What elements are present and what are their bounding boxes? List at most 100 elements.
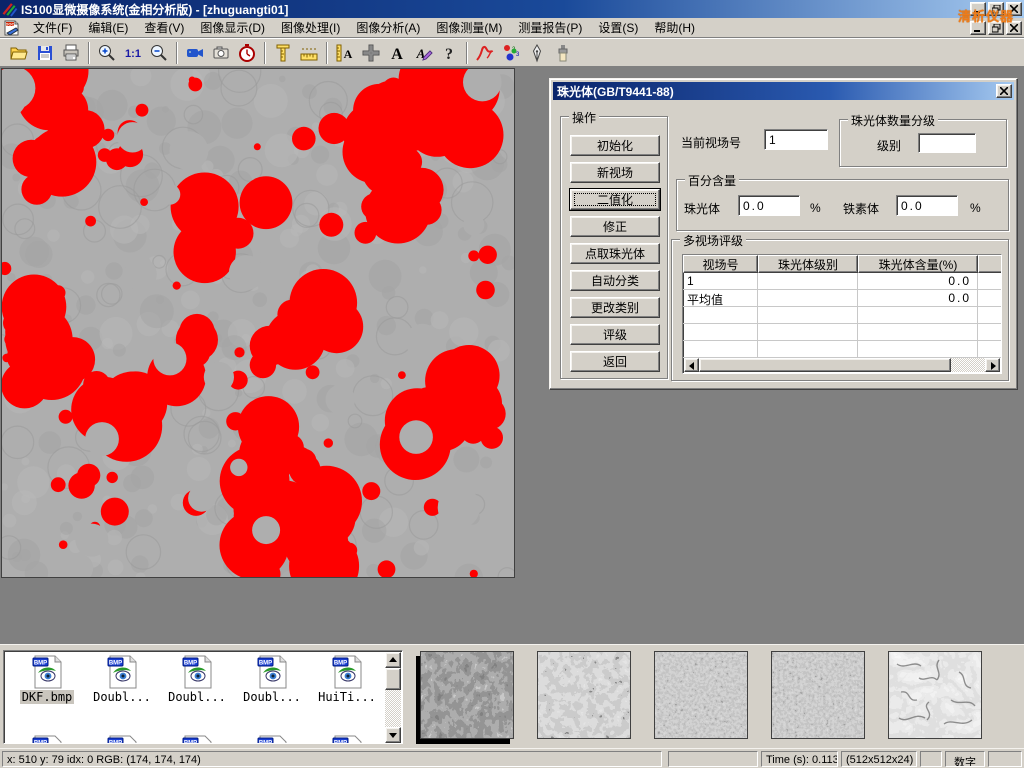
svg-text:BMP: BMP bbox=[109, 741, 122, 745]
mdi-restore-button[interactable] bbox=[988, 21, 1004, 35]
cell-ferrite bbox=[978, 290, 1002, 307]
text-measure-icon[interactable]: A bbox=[332, 41, 358, 65]
hscroll-track[interactable] bbox=[951, 358, 985, 372]
menu-edit[interactable]: 编辑(E) bbox=[80, 17, 136, 38]
table-hscrollbar[interactable] bbox=[684, 358, 1000, 372]
file-browser[interactable]: BMP DKF.bmp BMP Doubl... bbox=[3, 650, 403, 744]
correct-button[interactable]: 修正 bbox=[570, 216, 660, 237]
cell-ferrite bbox=[978, 273, 1002, 290]
thumbnail-2[interactable] bbox=[537, 651, 631, 739]
menu-settings[interactable]: 设置(S) bbox=[590, 17, 646, 38]
file-item[interactable]: BMP DKF.bmp bbox=[10, 655, 84, 704]
menu-image-display[interactable]: 图像显示(D) bbox=[192, 17, 273, 38]
thumbnail-4[interactable] bbox=[771, 651, 865, 739]
file-name[interactable]: Doubl... bbox=[241, 690, 303, 704]
menu-image-measure[interactable]: 图像测量(M) bbox=[428, 17, 510, 38]
dialog-title-bar[interactable]: 珠光体(GB/T9441-88) bbox=[553, 82, 1014, 100]
thumbnail-1[interactable] bbox=[420, 651, 514, 739]
file-item[interactable]: BMP HuiTi... bbox=[310, 655, 384, 704]
menu-image-process[interactable]: 图像处理(I) bbox=[273, 17, 348, 38]
toolbar: 1:1 A A A ? 23 bbox=[0, 38, 1024, 66]
file-name[interactable]: HuiTi... bbox=[316, 690, 378, 704]
cell-level bbox=[758, 290, 858, 307]
hscroll-thumb[interactable] bbox=[699, 358, 951, 372]
vscroll-thumb[interactable] bbox=[385, 668, 401, 690]
thumbnail-3[interactable] bbox=[654, 651, 748, 739]
minimize-button[interactable] bbox=[970, 2, 986, 16]
edit-annotation-icon[interactable]: A bbox=[410, 41, 436, 65]
percent-label: 百分含量 bbox=[685, 172, 739, 189]
svg-text:BMP: BMP bbox=[109, 661, 122, 667]
cell-level bbox=[758, 273, 858, 290]
new-field-button[interactable]: 新视场 bbox=[570, 162, 660, 183]
actual-size-icon[interactable]: 1:1 bbox=[120, 41, 146, 65]
file-name[interactable]: Doubl... bbox=[91, 690, 153, 704]
scroll-right-button[interactable] bbox=[985, 358, 1000, 372]
micrograph-image[interactable] bbox=[1, 68, 515, 578]
menu-file[interactable]: 文件(F) bbox=[25, 17, 80, 38]
zoom-out-icon[interactable] bbox=[146, 41, 172, 65]
auto-classify-button[interactable]: 自动分类 bbox=[570, 270, 660, 291]
file-item-partial[interactable]: BMP bbox=[160, 735, 234, 744]
rate-button[interactable]: 评级 bbox=[570, 324, 660, 345]
current-field-input[interactable] bbox=[764, 129, 828, 150]
camera-capture-icon[interactable] bbox=[208, 41, 234, 65]
return-button[interactable]: 返回 bbox=[570, 351, 660, 372]
file-item-partial[interactable]: BMP bbox=[235, 735, 309, 744]
rating-table[interactable]: 视场号 珠光体级别 珠光体含量(%) 铁素体含量(%) 1 0.0 平均值 bbox=[682, 254, 1002, 374]
print-icon[interactable] bbox=[58, 41, 84, 65]
binarize-button[interactable]: 二值化 bbox=[570, 189, 660, 210]
help-icon[interactable]: ? bbox=[436, 41, 462, 65]
menu-view[interactable]: 查看(V) bbox=[136, 17, 192, 38]
pick-pearlite-button[interactable]: 点取珠光体 bbox=[570, 243, 660, 264]
toolbar-separator bbox=[326, 42, 328, 64]
curve-tool-icon[interactable] bbox=[472, 41, 498, 65]
file-item-partial[interactable]: BMP bbox=[310, 735, 384, 744]
scroll-left-button[interactable] bbox=[684, 358, 699, 372]
open-file-icon[interactable] bbox=[6, 41, 32, 65]
text-label-icon[interactable]: A bbox=[384, 41, 410, 65]
mdi-close-button[interactable] bbox=[1006, 21, 1022, 35]
restore-button[interactable] bbox=[988, 2, 1004, 16]
table-header-row: 视场号 珠光体级别 珠光体含量(%) 铁素体含量(%) bbox=[683, 255, 1002, 273]
file-name[interactable]: Doubl... bbox=[166, 690, 228, 704]
ruler-measure-icon[interactable] bbox=[296, 41, 322, 65]
brush-tool-icon[interactable] bbox=[550, 41, 576, 65]
svg-text:BMP: BMP bbox=[334, 661, 347, 667]
pearlite-percent-input[interactable] bbox=[738, 195, 800, 216]
thumbnail-5[interactable] bbox=[888, 651, 982, 739]
menu-measure-report[interactable]: 测量报告(P) bbox=[510, 17, 590, 38]
video-capture-icon[interactable] bbox=[182, 41, 208, 65]
change-class-button[interactable]: 更改类别 bbox=[570, 297, 660, 318]
zoom-in-icon[interactable] bbox=[94, 41, 120, 65]
scroll-down-button[interactable] bbox=[385, 727, 401, 743]
timer-clock-icon[interactable] bbox=[234, 41, 260, 65]
dialog-close-button[interactable] bbox=[996, 84, 1012, 98]
level-input[interactable] bbox=[918, 133, 976, 153]
initialize-button[interactable]: 初始化 bbox=[570, 135, 660, 156]
file-vscrollbar[interactable] bbox=[385, 652, 401, 743]
ferrite-percent-input[interactable] bbox=[896, 195, 958, 216]
svg-text:BMP: BMP bbox=[34, 741, 47, 745]
file-item[interactable]: BMP Doubl... bbox=[235, 655, 309, 704]
mdi-minimize-button[interactable] bbox=[970, 21, 986, 35]
classify-points-icon[interactable]: 23 bbox=[498, 41, 524, 65]
status-spacer bbox=[668, 751, 758, 767]
pen-tool-icon[interactable] bbox=[524, 41, 550, 65]
mode-status: 数字 bbox=[945, 751, 985, 767]
file-item[interactable]: BMP Doubl... bbox=[160, 655, 234, 704]
file-name[interactable]: DKF.bmp bbox=[20, 690, 75, 704]
file-item[interactable]: BMP Doubl... bbox=[85, 655, 159, 704]
close-button[interactable] bbox=[1006, 2, 1022, 16]
file-item-partial[interactable]: BMP bbox=[85, 735, 159, 744]
menu-image-analysis[interactable]: 图像分析(A) bbox=[348, 17, 428, 38]
svg-text:A: A bbox=[391, 46, 403, 63]
grid-tool-icon[interactable] bbox=[358, 41, 384, 65]
file-item-partial[interactable]: BMP bbox=[10, 735, 84, 744]
table-row[interactable]: 平均值 0.0 bbox=[683, 290, 1002, 307]
menu-help[interactable]: 帮助(H) bbox=[646, 17, 703, 38]
save-icon[interactable] bbox=[32, 41, 58, 65]
table-row[interactable]: 1 0.0 bbox=[683, 273, 1002, 290]
caliper-measure-icon[interactable] bbox=[270, 41, 296, 65]
scroll-up-button[interactable] bbox=[385, 652, 401, 668]
